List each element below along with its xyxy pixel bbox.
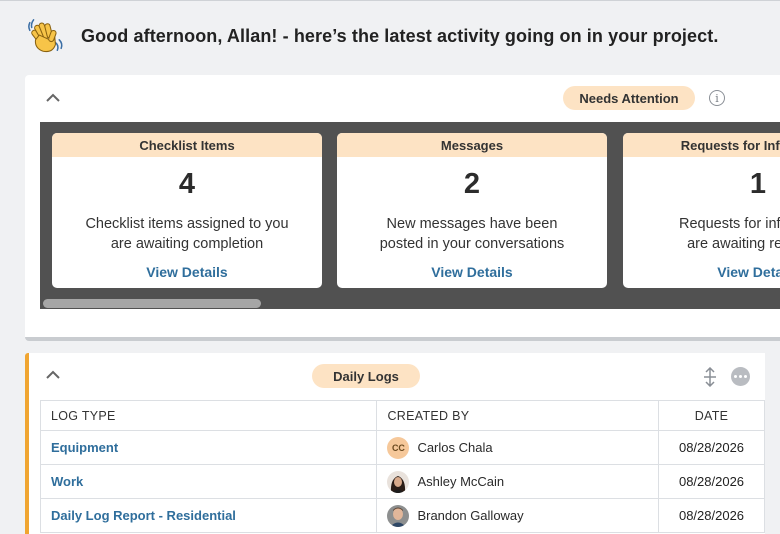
created-by-cell: CC Carlos Chala (387, 436, 648, 459)
info-icon[interactable]: i (709, 90, 725, 106)
horizontal-scrollbar[interactable] (40, 295, 780, 309)
chevron-up-icon (46, 370, 60, 379)
card-count: 4 (178, 168, 196, 200)
column-header-log-type[interactable]: LOG TYPE (39, 400, 378, 431)
card-count: 1 (749, 168, 767, 200)
card-count: 2 (463, 168, 481, 200)
log-date: 08/28/2026 (658, 464, 765, 499)
more-options-icon[interactable] (731, 367, 750, 386)
daily-logs-table: LOG TYPE CREATED BY DATE Equipment CC Ca… (39, 400, 765, 533)
card-title: Checklist Items (52, 133, 322, 157)
greeting-banner: Good afternoon, Allan! - here’s the late… (26, 17, 718, 55)
drag-handle-icon[interactable] (701, 366, 719, 388)
top-divider (0, 0, 780, 1)
created-by-cell: Ashley McCain (387, 470, 648, 493)
card-description-line: Checklist items assigned to you (85, 216, 289, 232)
column-header-date[interactable]: DATE (658, 400, 765, 431)
card-description-line: New messages have been (386, 216, 558, 232)
card-requests-for-information: Requests for Information 1 Requests for … (623, 133, 780, 288)
card-description-line: posted in your conversations (379, 236, 565, 252)
card-description: Requests for information are awaiting re… (623, 214, 780, 254)
card-description: Checklist items assigned to you are awai… (52, 214, 322, 254)
daily-logs-panel: Daily Logs LOG TYPE CREATED BY DATE Equi… (25, 353, 765, 534)
card-description-line: Requests for information (679, 216, 780, 232)
chevron-up-icon (46, 93, 60, 102)
view-details-link[interactable]: View Details (623, 264, 780, 280)
table-header-row: LOG TYPE CREATED BY DATE (39, 400, 765, 431)
card-checklist-items: Checklist Items 4 Checklist items assign… (52, 133, 322, 288)
table-row[interactable]: Work Ashley McCain 08/28/2026 (39, 464, 765, 499)
card-title: Requests for Information (623, 133, 780, 157)
avatar (387, 504, 410, 527)
creator-name: Brandon Galloway (417, 508, 524, 523)
collapse-daily-logs-button[interactable] (45, 370, 63, 382)
creator-name: Carlos Chala (417, 440, 493, 455)
avatar: CC (387, 436, 410, 459)
needs-attention-panel: Needs Attention i Checklist Items 4 Chec… (25, 75, 780, 341)
card-description-line: are awaiting completion (110, 236, 264, 252)
greeting-text: Good afternoon, Allan! - here’s the late… (81, 25, 719, 46)
waving-hand-icon (28, 19, 63, 53)
table-row[interactable]: Equipment CC Carlos Chala 08/28/2026 (39, 430, 765, 465)
creator-name: Ashley McCain (417, 474, 505, 489)
card-title: Messages (337, 133, 607, 157)
table-row[interactable]: Daily Log Report - Residential Brandon G… (39, 498, 765, 533)
log-date: 08/28/2026 (658, 430, 765, 465)
card-description: New messages have been posted in your co… (337, 214, 607, 254)
daily-logs-badge: Daily Logs (312, 364, 420, 388)
view-details-link[interactable]: View Details (52, 264, 322, 280)
log-type-link[interactable]: Work (51, 474, 83, 489)
avatar (387, 470, 410, 493)
collapse-needs-attention-button[interactable] (45, 93, 63, 105)
log-date: 08/28/2026 (658, 498, 765, 533)
attention-cards-carousel[interactable]: Checklist Items 4 Checklist items assign… (40, 122, 780, 309)
card-messages: Messages 2 New messages have been posted… (337, 133, 607, 288)
log-type-link[interactable]: Daily Log Report - Residential (51, 508, 236, 523)
needs-attention-badge: Needs Attention (563, 86, 695, 110)
card-description-line: are awaiting response (687, 236, 780, 252)
column-header-created-by[interactable]: CREATED BY (376, 400, 660, 431)
scrollbar-thumb[interactable] (43, 299, 261, 308)
created-by-cell: Brandon Galloway (387, 504, 648, 527)
log-type-link[interactable]: Equipment (51, 440, 118, 455)
view-details-link[interactable]: View Details (337, 264, 607, 280)
